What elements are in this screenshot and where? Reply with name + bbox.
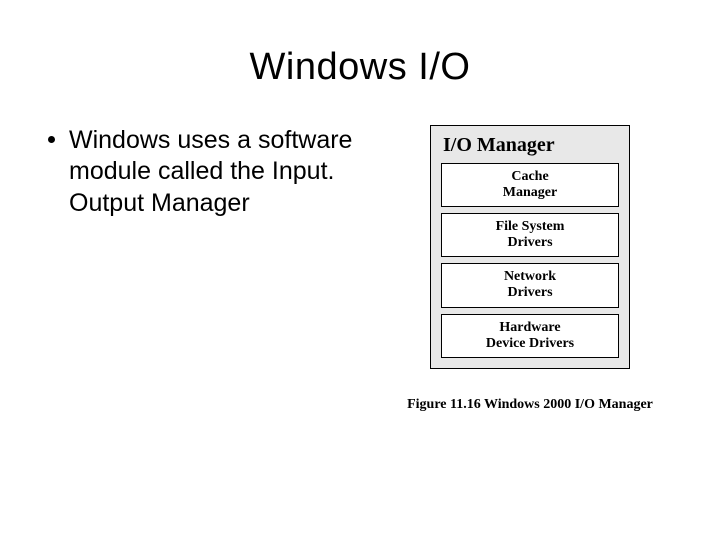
figure-column: I/O Manager CacheManager File SystemDriv…: [370, 125, 690, 413]
io-manager-heading: I/O Manager: [441, 134, 619, 157]
slide-body: Windows uses a software module called th…: [0, 89, 720, 413]
bullet-column: Windows uses a software module called th…: [30, 125, 370, 413]
slide: Windows I/O Windows uses a software modu…: [0, 0, 720, 540]
io-manager-box: I/O Manager CacheManager File SystemDriv…: [430, 125, 630, 369]
io-sub-box: CacheManager: [441, 163, 619, 207]
figure-caption: Figure 11.16 Windows 2000 I/O Manager: [400, 397, 660, 413]
bullet-item: Windows uses a software module called th…: [48, 125, 370, 219]
io-sub-box: File SystemDrivers: [441, 213, 619, 257]
io-sub-box: HardwareDevice Drivers: [441, 314, 619, 358]
io-sub-box: NetworkDrivers: [441, 263, 619, 307]
bullet-dot-icon: [48, 136, 55, 143]
slide-title: Windows I/O: [0, 0, 720, 89]
bullet-text: Windows uses a software module called th…: [69, 125, 370, 219]
